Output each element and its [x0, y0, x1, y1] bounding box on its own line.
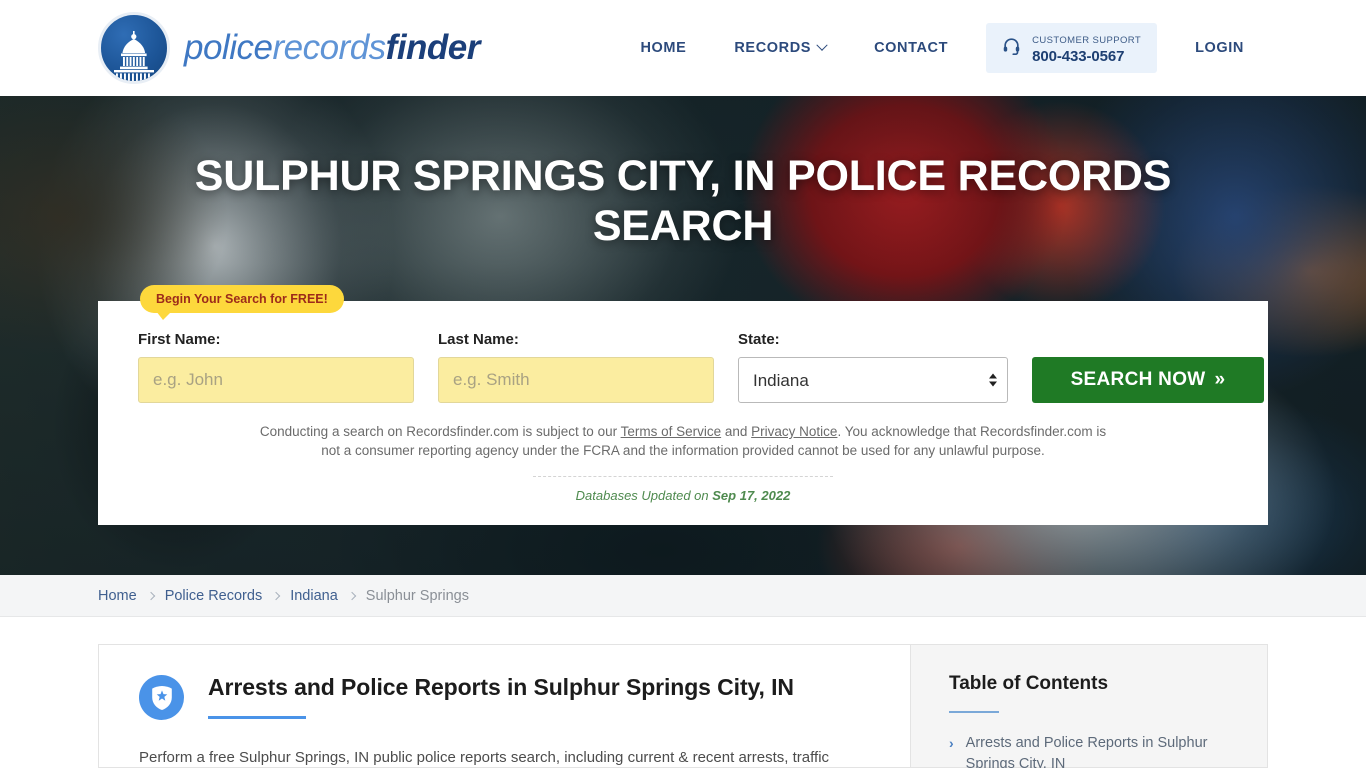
disclaimer-text-1: Conducting a search on Recordsfinder.com…	[259, 424, 621, 439]
support-phone-number: 800-433-0567	[1032, 48, 1125, 65]
toc-item-arrests-and-police-reports[interactable]: › Arrests and Police Reports in Sulphur …	[949, 733, 1233, 768]
site-logo[interactable]: policerecordsfinder	[98, 12, 480, 84]
logo-text-police: police	[184, 28, 273, 67]
search-now-label: SEARCH NOW	[1070, 369, 1206, 390]
search-form-card: Begin Your Search for FREE! First Name: …	[98, 285, 1268, 526]
toc-list: › Arrests and Police Reports in Sulphur …	[949, 733, 1233, 768]
headset-icon	[1002, 36, 1021, 60]
breadcrumb: Home Police Records Indiana Sulphur Spri…	[98, 588, 469, 604]
breadcrumb-home[interactable]: Home	[98, 588, 137, 604]
chevron-right-icon	[271, 591, 281, 600]
nav-login-label: LOGIN	[1195, 40, 1244, 56]
chevron-right-icon: ›	[949, 735, 954, 751]
chevron-right-icon	[347, 591, 357, 600]
nav-records-label: RECORDS	[734, 40, 812, 56]
breadcrumb-indiana[interactable]: Indiana	[290, 588, 338, 604]
breadcrumb-sulphur-springs: Sulphur Springs	[365, 587, 469, 604]
double-chevron-right-icon: »	[1214, 369, 1226, 390]
site-header: policerecordsfinder HOME RECORDS CONTACT	[0, 0, 1366, 96]
article-card: Arrests and Police Reports in Sulphur Sp…	[98, 644, 910, 768]
breadcrumb-bar: Home Police Records Indiana Sulphur Spri…	[0, 575, 1366, 617]
title-underline	[208, 715, 306, 719]
section-header: Arrests and Police Reports in Sulphur Sp…	[139, 673, 870, 720]
nav-home[interactable]: HOME	[616, 32, 710, 64]
logo-text-finder: finder	[385, 28, 481, 67]
toc-underline	[949, 711, 999, 713]
logo-text-records: records	[272, 28, 386, 67]
privacy-notice-link[interactable]: Privacy Notice	[751, 424, 837, 439]
updated-prefix: Databases Updated on	[575, 488, 713, 504]
search-form-row: First Name: Last Name: State: Indiana	[138, 331, 1264, 403]
terms-of-service-link[interactable]: Terms of Service	[621, 424, 722, 439]
search-disclaimer: Conducting a search on Recordsfinder.com…	[138, 422, 1228, 460]
breadcrumb-police-records[interactable]: Police Records	[165, 588, 263, 604]
last-name-field-group: Last Name:	[438, 331, 714, 403]
capitol-dome-icon	[98, 12, 170, 84]
section-title: Arrests and Police Reports in Sulphur Sp…	[208, 674, 794, 700]
disclaimer-text-2: and	[721, 424, 752, 439]
first-name-input[interactable]	[138, 357, 414, 403]
first-name-field-group: First Name:	[138, 331, 414, 403]
toc-item-label: Arrests and Police Reports in Sulphur Sp…	[965, 735, 1208, 768]
last-name-input[interactable]	[438, 357, 714, 403]
state-field-group: State: Indiana	[738, 331, 1008, 403]
section-paragraph: Perform a free Sulphur Springs, IN publi…	[139, 749, 830, 766]
police-badge-icon	[139, 675, 184, 720]
nav-contact-label: CONTACT	[874, 40, 949, 56]
databases-updated-text: Databases Updated on Sep 17, 2022	[138, 488, 1228, 503]
nav-home-label: HOME	[640, 40, 687, 56]
first-name-label: First Name:	[138, 331, 221, 348]
table-of-contents-panel: Table of Contents › Arrests and Police R…	[910, 644, 1268, 768]
logo-wordmark: policerecordsfinder	[184, 28, 480, 68]
page-title: SULPHUR SPRINGS CITY, IN POLICE RECORDS …	[194, 152, 1172, 250]
main-navigation: HOME RECORDS CONTACT CUSTOMER SUPPORT 80…	[616, 22, 1268, 74]
hero-section: SULPHUR SPRINGS CITY, IN POLICE RECORDS …	[0, 96, 1366, 575]
nav-records[interactable]: RECORDS	[710, 32, 850, 64]
divider	[533, 476, 833, 478]
search-now-button[interactable]: SEARCH NOW »	[1032, 357, 1264, 403]
chevron-right-icon	[146, 591, 155, 600]
nav-login[interactable]: LOGIN	[1171, 32, 1268, 64]
support-label: CUSTOMER SUPPORT	[1032, 34, 1142, 46]
customer-support-button[interactable]: CUSTOMER SUPPORT 800-433-0567	[986, 22, 1158, 74]
state-label: State:	[738, 331, 780, 348]
toc-title: Table of Contents	[949, 673, 1109, 694]
free-search-badge: Begin Your Search for FREE!	[140, 285, 344, 320]
chevron-down-icon	[816, 39, 828, 51]
updated-date: Sep 17, 2022	[712, 488, 791, 504]
state-select[interactable]: Indiana	[738, 357, 1008, 403]
main-content-area: Arrests and Police Reports in Sulphur Sp…	[0, 617, 1366, 768]
last-name-label: Last Name:	[438, 331, 519, 348]
nav-contact[interactable]: CONTACT	[850, 32, 972, 64]
